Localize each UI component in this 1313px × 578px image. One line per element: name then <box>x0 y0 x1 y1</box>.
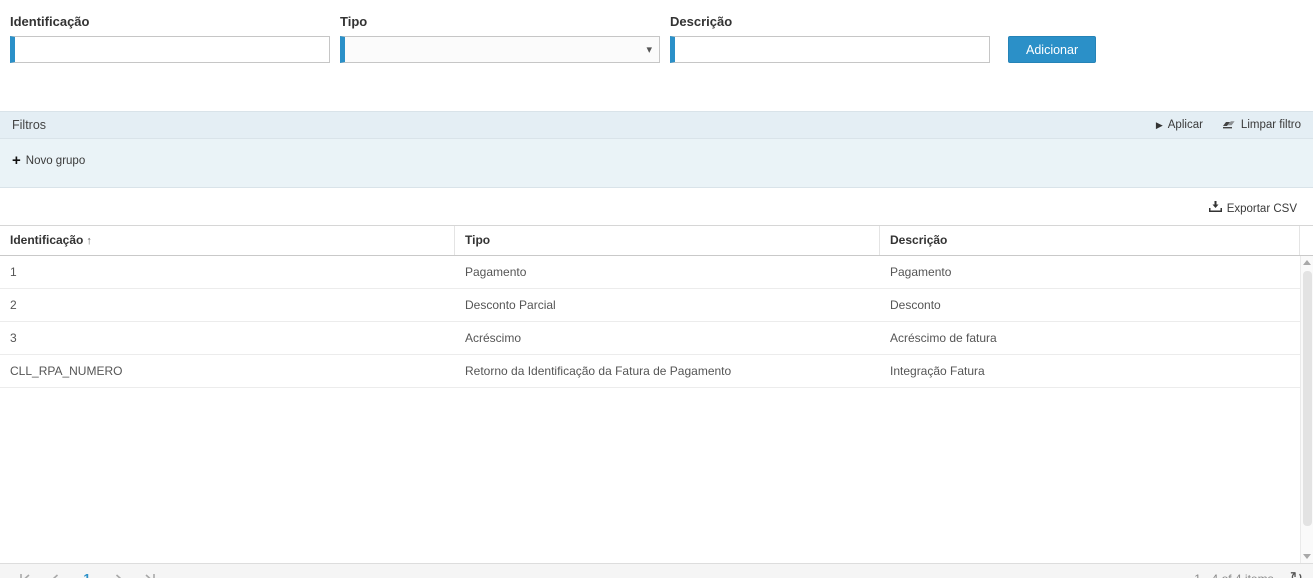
table-cell: CLL_RPA_NUMERO <box>0 355 455 387</box>
identificacao-input-wrap <box>10 36 330 63</box>
exportar-csv-button[interactable]: Exportar CSV <box>1209 201 1297 216</box>
table-cell: Acréscimo <box>455 322 880 354</box>
data-grid: Identificação↑ Tipo Descrição 1Pagamento… <box>0 225 1313 578</box>
grid-scrollbar[interactable] <box>1300 256 1313 563</box>
filters-header: Filtros ▶ Aplicar Limpar filtro <box>0 112 1313 139</box>
descricao-field: Descrição <box>670 14 990 63</box>
table-row[interactable]: 1PagamentoPagamento <box>0 256 1300 289</box>
page-number-button[interactable]: 1 <box>74 568 100 578</box>
scrollbar-thumb[interactable] <box>1303 271 1312 526</box>
scroll-up-icon[interactable] <box>1303 260 1311 265</box>
sort-asc-icon: ↑ <box>86 235 92 247</box>
identificacao-field: Identificação <box>10 14 330 63</box>
grid-header: Identificação↑ Tipo Descrição <box>0 226 1313 256</box>
add-form: Identificação Tipo ▾ Descrição Adicionar <box>0 0 1313 79</box>
exportar-csv-label: Exportar CSV <box>1227 203 1297 215</box>
column-header-label: Identificação <box>10 233 83 247</box>
limpar-filtro-label: Limpar filtro <box>1241 119 1301 131</box>
refresh-icon[interactable]: ↻ <box>1290 571 1303 578</box>
header-scrollbar-spacer <box>1300 226 1313 255</box>
identificacao-label: Identificação <box>10 14 330 29</box>
filters-actions: ▶ Aplicar Limpar filtro <box>1156 118 1301 132</box>
grid-rows: 1PagamentoPagamento2Desconto ParcialDesc… <box>0 256 1300 388</box>
last-page-button[interactable] <box>134 566 164 578</box>
column-header-label: Tipo <box>465 233 490 247</box>
download-icon <box>1209 201 1222 216</box>
grid-pager: 1 1 - 4 of 4 items ↻ <box>0 563 1313 578</box>
novo-grupo-button[interactable]: + Novo grupo <box>12 153 85 168</box>
grid-body: 1PagamentoPagamento2Desconto ParcialDesc… <box>0 256 1313 563</box>
column-header-tipo[interactable]: Tipo <box>455 226 880 255</box>
descricao-label: Descrição <box>670 14 990 29</box>
column-header-identificacao[interactable]: Identificação↑ <box>0 226 455 255</box>
tipo-select-value <box>345 37 659 62</box>
aplicar-button[interactable]: ▶ Aplicar <box>1156 119 1203 131</box>
grid-toolbar: Exportar CSV <box>0 188 1313 225</box>
table-cell: 2 <box>0 289 455 321</box>
pager-info: 1 - 4 of 4 items <box>1194 572 1273 578</box>
pager-right: 1 - 4 of 4 items ↻ <box>1194 571 1303 578</box>
play-icon: ▶ <box>1156 121 1163 130</box>
tipo-select[interactable]: ▾ <box>340 36 660 63</box>
table-row[interactable]: 3AcréscimoAcréscimo de fatura <box>0 322 1300 355</box>
tipo-field: Tipo ▾ <box>340 14 660 63</box>
filters-title: Filtros <box>12 118 46 132</box>
aplicar-label: Aplicar <box>1168 119 1203 131</box>
descricao-input-wrap <box>670 36 990 63</box>
table-row[interactable]: 2Desconto ParcialDesconto <box>0 289 1300 322</box>
table-cell: Retorno da Identificação da Fatura de Pa… <box>455 355 880 387</box>
previous-page-button[interactable] <box>40 566 70 578</box>
filters-panel: Filtros ▶ Aplicar Limpar filtro + Novo g… <box>0 111 1313 188</box>
scroll-down-icon[interactable] <box>1303 554 1311 559</box>
next-page-button[interactable] <box>104 566 134 578</box>
table-cell: 3 <box>0 322 455 354</box>
limpar-filtro-button[interactable]: Limpar filtro <box>1223 118 1301 132</box>
table-cell: Pagamento <box>455 256 880 288</box>
table-cell: Pagamento <box>880 256 1300 288</box>
novo-grupo-label: Novo grupo <box>26 155 85 167</box>
eraser-icon <box>1223 118 1236 132</box>
adicionar-button[interactable]: Adicionar <box>1008 36 1096 63</box>
table-cell: Integração Fatura <box>880 355 1300 387</box>
column-header-label: Descrição <box>890 233 947 247</box>
column-header-descricao[interactable]: Descrição <box>880 226 1300 255</box>
table-row[interactable]: CLL_RPA_NUMERORetorno da Identificação d… <box>0 355 1300 388</box>
plus-icon: + <box>12 153 21 168</box>
filters-body: + Novo grupo <box>0 139 1313 187</box>
tipo-label: Tipo <box>340 14 660 29</box>
first-page-button[interactable] <box>10 566 40 578</box>
table-cell: 1 <box>0 256 455 288</box>
table-cell: Desconto Parcial <box>455 289 880 321</box>
table-cell: Desconto <box>880 289 1300 321</box>
identificacao-input[interactable] <box>15 37 329 62</box>
table-cell: Acréscimo de fatura <box>880 322 1300 354</box>
descricao-input[interactable] <box>675 37 989 62</box>
